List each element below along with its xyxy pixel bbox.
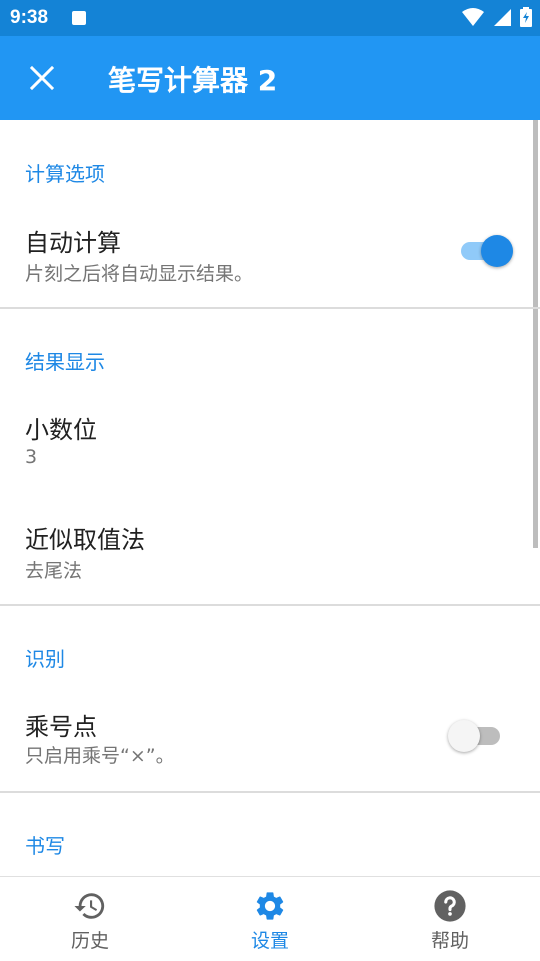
section-header-recognition: 识别 [25,647,65,671]
page-title: 笔写计算器 2 [108,64,278,97]
switch-thumb [481,235,513,267]
notification-icon [72,11,86,25]
battery-icon [520,7,532,27]
section-header-writing: 书写 [25,834,65,858]
rounding-title: 近似取值法 [25,526,145,554]
bottom-navigation: 历史 设置 帮助 [0,876,540,961]
status-time: 9:38 [10,7,49,28]
mult-dot-title: 乘号点 [25,713,97,741]
nav-settings[interactable]: 设置 [180,877,360,961]
section-header-result: 结果显示 [25,350,105,374]
signal-icon [494,9,511,26]
nav-settings-label: 设置 [250,930,289,952]
nav-help[interactable]: 帮助 [360,877,540,961]
nav-history[interactable]: 历史 [0,877,180,961]
auto-calc-switch[interactable] [455,231,515,271]
switch-thumb [448,720,480,752]
wifi-icon [462,8,484,26]
decimals-value: 3 [25,446,38,468]
mult-dot-switch[interactable] [448,716,508,756]
scrollbar[interactable] [533,120,538,548]
divider [0,791,540,793]
status-bar: 9:38 [0,0,540,36]
divider [0,307,540,309]
settings-list[interactable]: 计算选项 自动计算 片刻之后将自动显示结果。 结果显示 小数位 3 近似取值法 … [0,120,540,876]
nav-help-label: 帮助 [430,930,469,952]
close-button[interactable] [18,54,66,102]
gear-icon [256,892,284,920]
history-icon [74,893,105,919]
divider [0,604,540,606]
rounding-value: 去尾法 [25,560,83,582]
nav-history-label: 历史 [70,930,109,952]
mult-dot-summary: 只启用乘号“×”。 [25,745,175,767]
section-header-calc: 计算选项 [25,162,105,186]
decimals-title: 小数位 [25,416,97,444]
auto-calc-title: 自动计算 [25,229,121,257]
auto-calc-summary: 片刻之后将自动显示结果。 [25,263,254,285]
app-bar: 笔写计算器 2 [0,36,540,120]
close-icon [30,66,54,90]
help-icon [434,890,466,922]
